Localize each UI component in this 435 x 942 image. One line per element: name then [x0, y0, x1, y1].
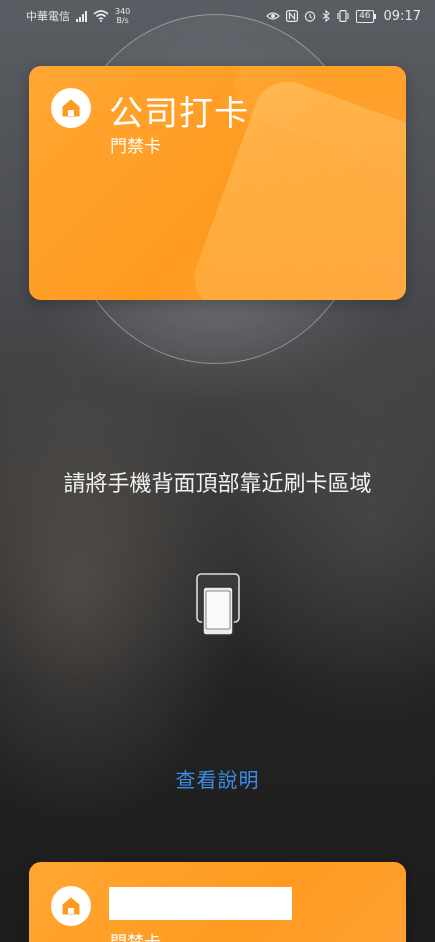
- alarm-icon: [304, 11, 316, 22]
- vibrate-icon: [337, 10, 349, 22]
- status-right: 46 09:17: [266, 9, 421, 24]
- network-speed: 340 B/s: [115, 7, 130, 25]
- access-card-main[interactable]: 公司打卡 門禁卡: [29, 66, 406, 300]
- card-subtitle: 門禁卡: [110, 137, 161, 157]
- network-speed-unit: B/s: [116, 16, 129, 25]
- status-left: 中華電信 340 B/s: [26, 7, 130, 25]
- redacted-card-title: [109, 887, 292, 920]
- access-card-secondary[interactable]: 門禁卡: [29, 862, 406, 942]
- phone-tap-icon: [196, 573, 240, 636]
- home-icon: [51, 886, 91, 926]
- home-icon: [51, 88, 91, 128]
- tap-instruction: 請將手機背面頂部靠近刷卡區域: [63, 472, 372, 497]
- nfc-icon: [286, 10, 299, 22]
- card-subtitle: 門禁卡: [110, 928, 161, 942]
- view-help-link[interactable]: 查看說明: [0, 764, 435, 793]
- signal-icon: [76, 10, 87, 22]
- carrier-name: 中華電信: [26, 10, 70, 23]
- wifi-icon: [93, 10, 109, 22]
- eye-comfort-icon: [266, 12, 280, 20]
- bluetooth-icon: [322, 10, 330, 22]
- battery-icon: 46: [356, 9, 377, 23]
- network-speed-value: 340: [115, 7, 131, 16]
- status-time: 09:17: [383, 8, 421, 24]
- card-title: 公司打卡: [109, 94, 249, 134]
